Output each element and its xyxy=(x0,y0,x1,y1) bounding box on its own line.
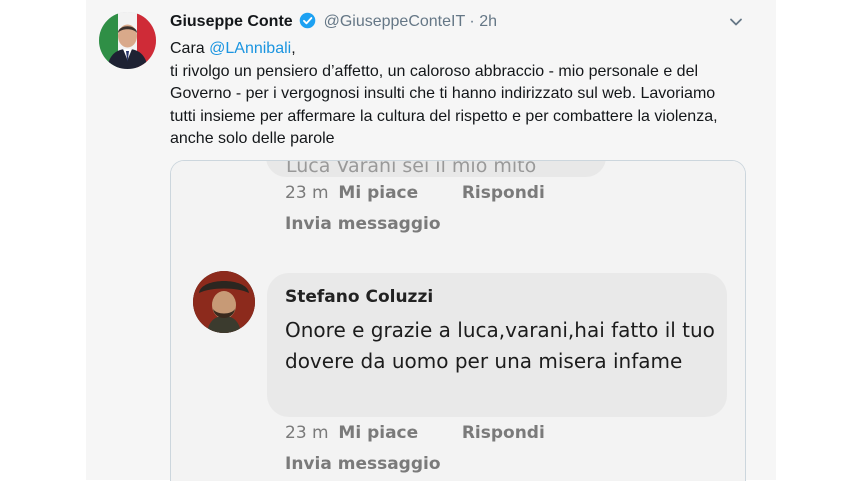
comment1-reply: Rispondi xyxy=(461,183,545,203)
comment2-send-message: Invia messaggio xyxy=(285,454,441,474)
chevron-down-icon[interactable] xyxy=(728,14,744,35)
author-handle[interactable]: @GiuseppeConteIT xyxy=(324,13,465,30)
comment2-time: 23 m xyxy=(285,423,329,443)
comment1-actions: 23 m Mi piace Rispondi xyxy=(285,183,545,203)
facebook-screenshot: Luca Varani sei il mio mito 23 m Mi piac… xyxy=(171,161,745,481)
author-avatar-image xyxy=(99,12,156,69)
comment2-like: Mi piace xyxy=(338,423,419,443)
verified-badge-icon xyxy=(299,12,316,34)
comment1-send-message: Invia messaggio xyxy=(285,214,441,234)
comment2-actions: 23 m Mi piace Rispondi xyxy=(285,423,545,443)
tweet-text: Cara @LAnnibali, ti rivolgo un pensiero … xyxy=(170,38,740,151)
comment1-time: 23 m xyxy=(285,183,329,203)
tweet-body: ti rivolgo un pensiero d’affetto, un cal… xyxy=(170,62,718,148)
comment2-text: Onore e grazie a luca,varani,hai fatto i… xyxy=(285,318,715,373)
mention-link[interactable]: @LAnnibali xyxy=(209,40,291,57)
author-name[interactable]: Giuseppe Conte xyxy=(170,13,293,30)
tweet-greeting-line: Cara @LAnnibali, xyxy=(170,38,740,61)
tweet-greeting: Cara xyxy=(170,40,205,57)
comment2-author: Stefano Coluzzi xyxy=(285,287,434,307)
comment2-reply: Rispondi xyxy=(461,423,545,443)
commenter-avatar-image xyxy=(193,271,255,333)
cut-comment-bubble: Luca Varani sei il mio mito xyxy=(266,160,606,177)
attached-image[interactable]: Luca Varani sei il mio mito 23 m Mi piac… xyxy=(170,160,746,481)
tweet-header: Giuseppe Conte @GiuseppeConteIT · 2h xyxy=(170,12,497,34)
greeting-comma: , xyxy=(291,40,296,57)
author-avatar[interactable] xyxy=(99,12,156,69)
comment1-like: Mi piace xyxy=(338,183,419,203)
commenter-avatar xyxy=(193,271,255,333)
comment2-bubble: Stefano Coluzzi Onore e grazie a luca,va… xyxy=(267,273,727,417)
tweet-timestamp[interactable]: 2h xyxy=(479,13,497,30)
cut-comment-text: Luca Varani sei il mio mito xyxy=(286,160,537,177)
meta-separator: · xyxy=(469,13,475,30)
